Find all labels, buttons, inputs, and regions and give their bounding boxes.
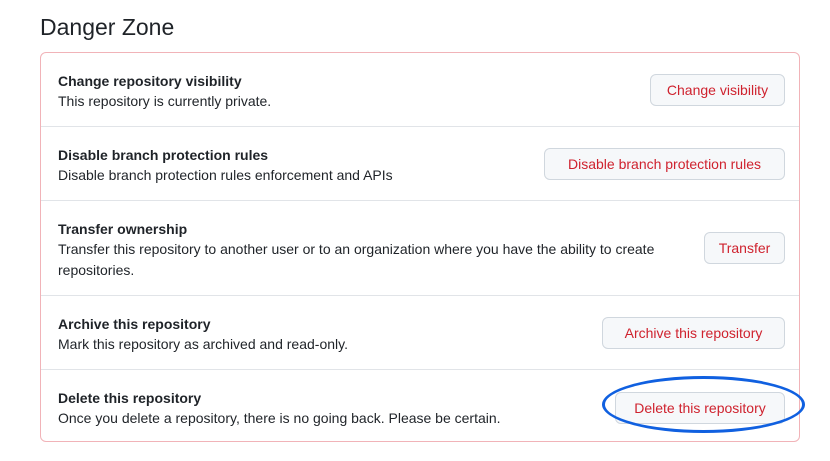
change-visibility-button[interactable]: Change visibility <box>650 74 785 106</box>
archive-repository-button[interactable]: Archive this repository <box>602 317 785 349</box>
danger-zone-box: Change repository visibility This reposi… <box>40 52 800 442</box>
danger-row-transfer-ownership: Transfer ownership Transfer this reposit… <box>41 201 799 296</box>
row-description: Disable branch protection rules enforcem… <box>58 167 393 183</box>
row-description: Transfer this repository to another user… <box>58 241 655 278</box>
row-title: Delete this repository <box>58 390 202 406</box>
row-title: Change repository visibility <box>58 73 242 89</box>
row-text: Disable branch protection rules Disable … <box>58 145 393 186</box>
danger-row-archive: Archive this repository Mark this reposi… <box>41 296 799 370</box>
row-text: Change repository visibility This reposi… <box>58 71 271 112</box>
page-title: Danger Zone <box>40 14 175 40</box>
danger-row-disable-branch-protection: Disable branch protection rules Disable … <box>41 127 799 201</box>
row-title: Disable branch protection rules <box>58 147 269 163</box>
danger-row-delete: Delete this repository Once you delete a… <box>41 370 799 442</box>
row-description: This repository is currently private. <box>58 93 272 109</box>
delete-repository-button[interactable]: Delete this repository <box>615 392 785 424</box>
row-title: Transfer ownership <box>58 221 188 237</box>
row-description: Once you delete a repository, there is n… <box>58 410 501 426</box>
danger-row-change-visibility: Change repository visibility This reposi… <box>41 53 799 127</box>
disable-branch-protection-button[interactable]: Disable branch protection rules <box>544 148 785 180</box>
row-description: Mark this repository as archived and rea… <box>58 336 348 352</box>
row-text: Transfer ownership Transfer this reposit… <box>58 219 688 281</box>
transfer-button[interactable]: Transfer <box>704 232 785 264</box>
row-title: Archive this repository <box>58 316 211 332</box>
row-text: Archive this repository Mark this reposi… <box>58 314 348 355</box>
row-text: Delete this repository Once you delete a… <box>58 388 501 429</box>
